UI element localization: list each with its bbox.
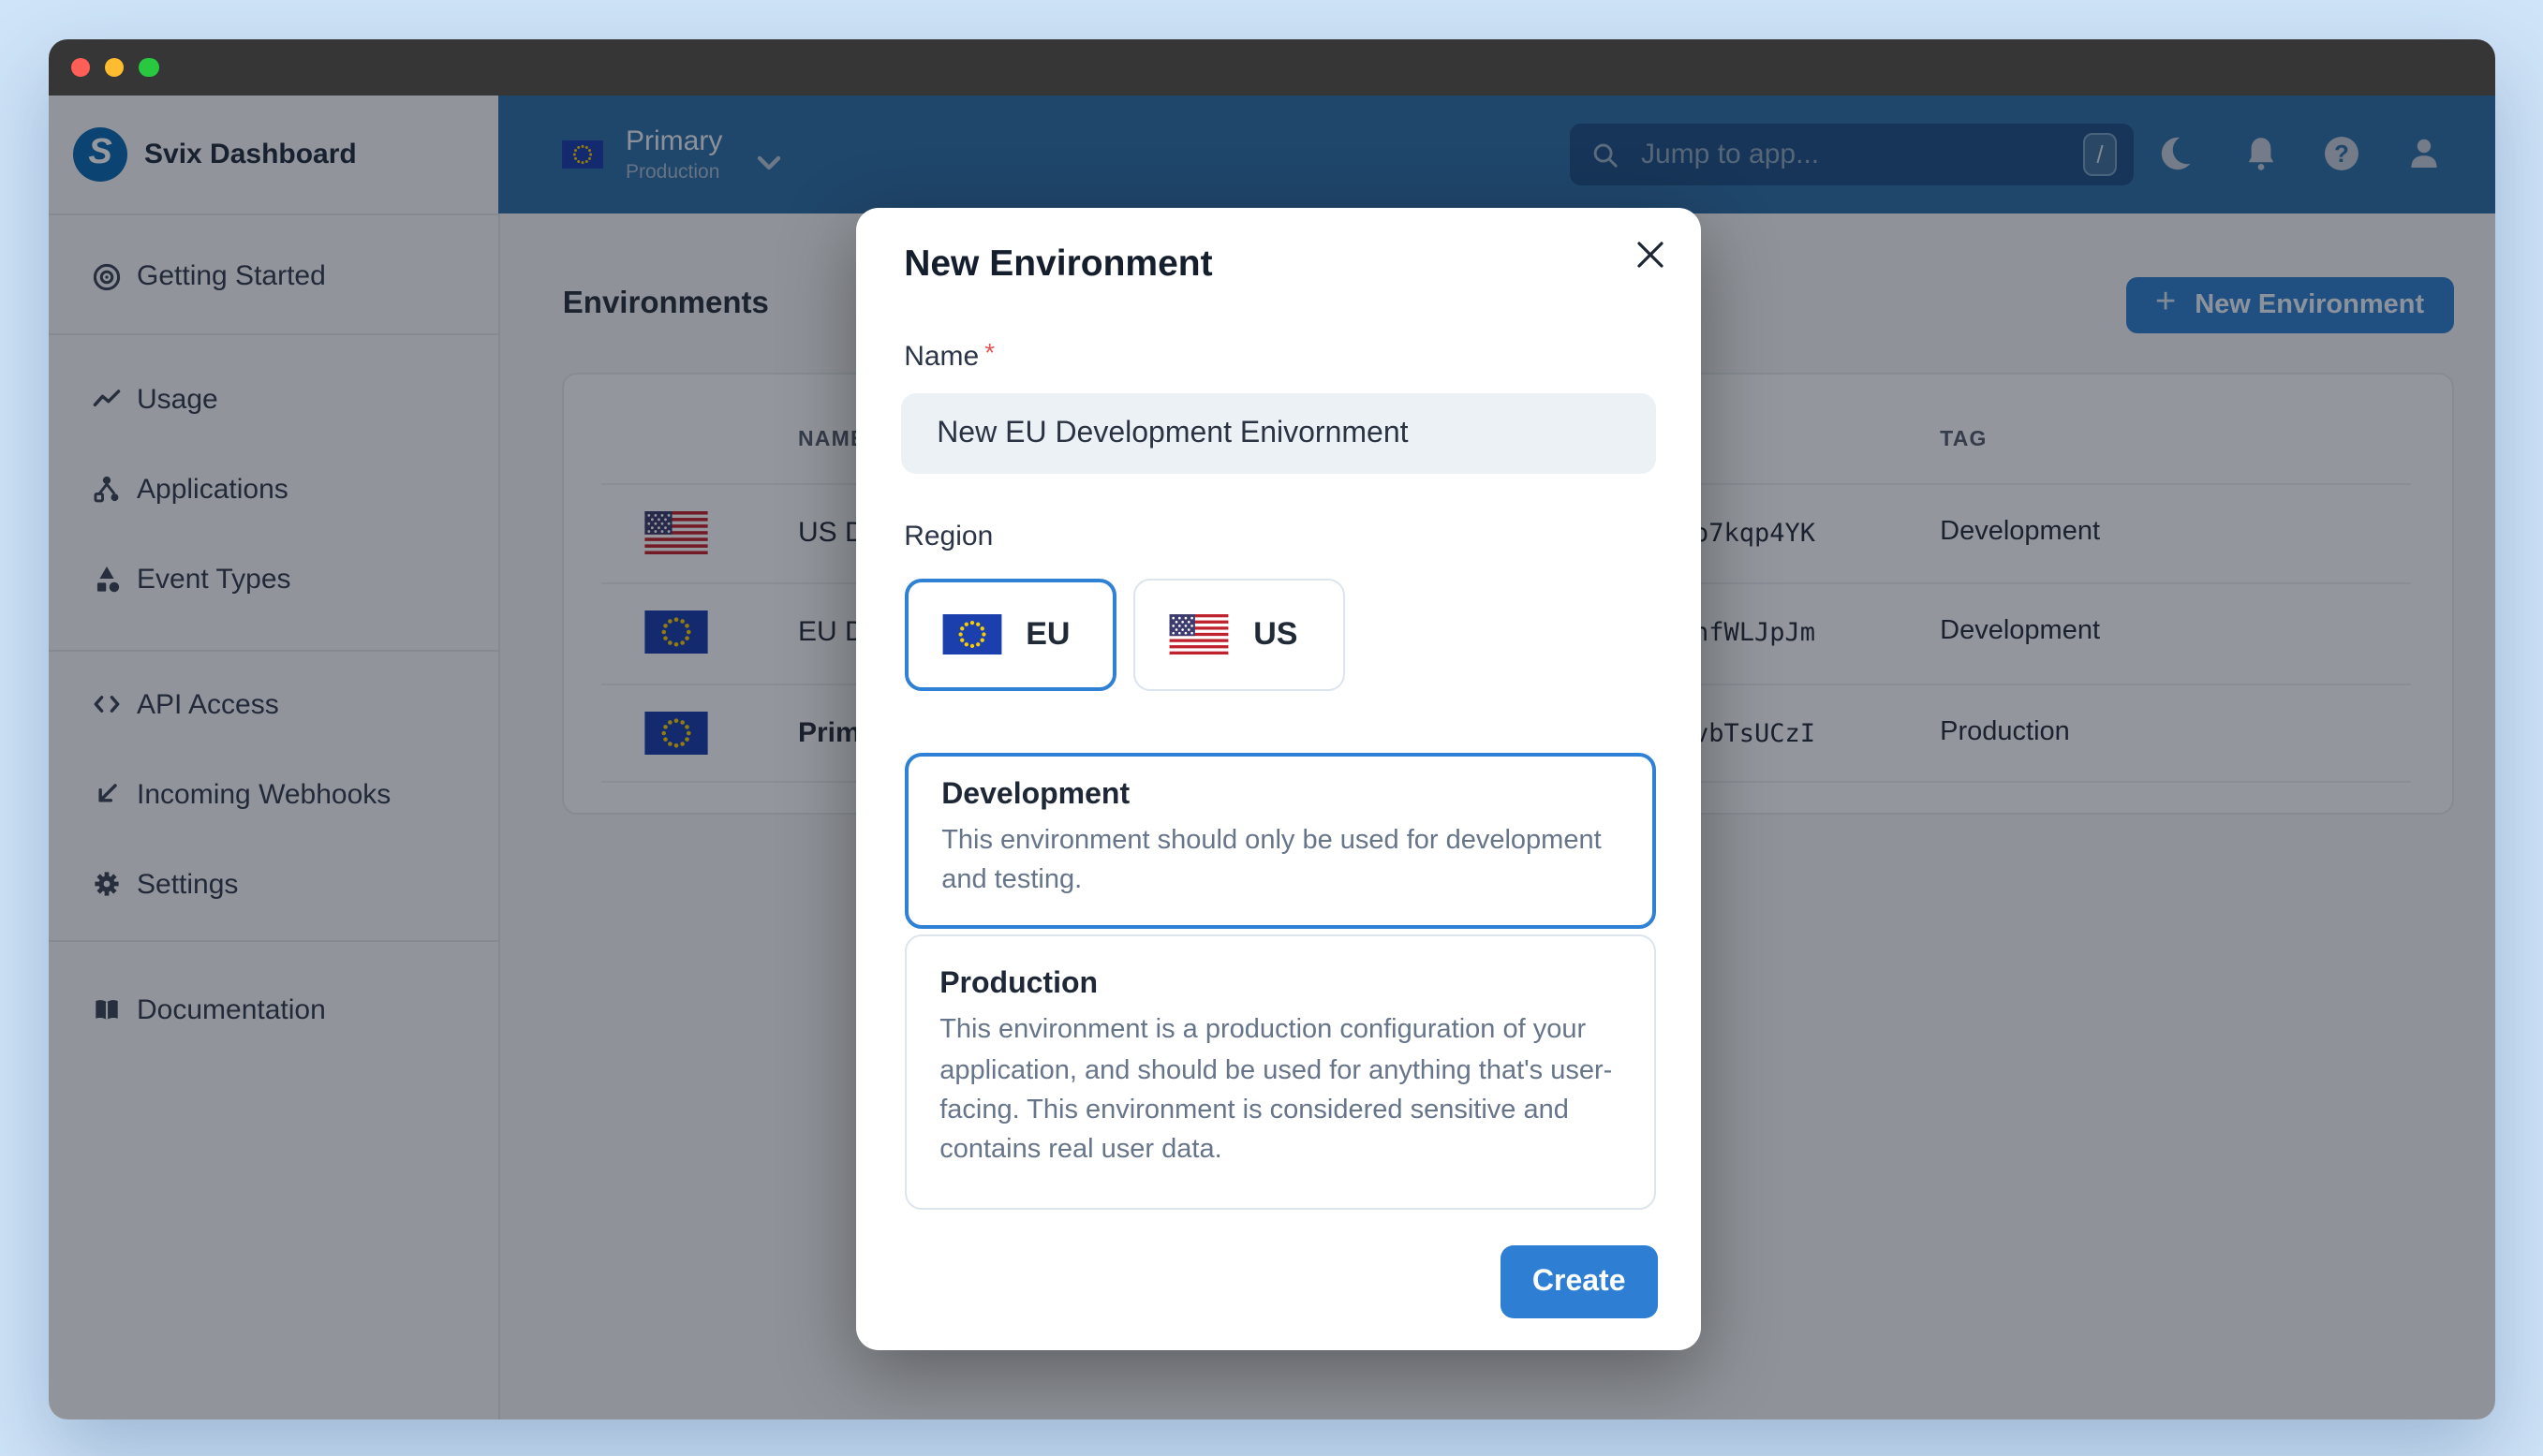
type-description: This environment should only be used for… <box>941 822 1619 902</box>
region-option-eu[interactable]: EU <box>904 578 1116 691</box>
eu-flag-icon <box>941 614 1001 654</box>
desc-line: This environment should only be used for… <box>941 825 1602 856</box>
desc-line: This environment is a production configu… <box>939 1015 1587 1046</box>
required-asterisk: * <box>984 337 996 368</box>
desc-line: application, and should be used for anyt… <box>939 1055 1613 1086</box>
modal-title: New Environment <box>904 243 1213 285</box>
zoom-window-button[interactable] <box>139 57 159 77</box>
new-environment-modal: New Environment Name* Region EU US Devel… <box>855 207 1701 1351</box>
create-button-label: Create <box>1531 1265 1626 1298</box>
desc-line: facing. This environment is considered s… <box>939 1095 1569 1125</box>
desktop: S Svix Dashboard Getting Started Usage A… <box>0 0 2543 1456</box>
environment-type-production[interactable]: Production This environment is a product… <box>904 934 1657 1211</box>
type-title: Production <box>939 968 1099 1001</box>
close-window-button[interactable] <box>70 57 90 77</box>
type-description: This environment is a production configu… <box>939 1012 1620 1171</box>
window-titlebar <box>49 38 2494 96</box>
us-flag-icon <box>1169 614 1229 654</box>
type-title: Development <box>941 778 1131 811</box>
environment-type-development[interactable]: Development This environment should only… <box>904 752 1657 929</box>
app-window: S Svix Dashboard Getting Started Usage A… <box>49 38 2494 1419</box>
desc-line: and testing. <box>941 865 1083 896</box>
create-button[interactable]: Create <box>1501 1244 1658 1319</box>
minimize-window-button[interactable] <box>104 57 125 77</box>
region-code: US <box>1253 615 1298 652</box>
region-label: Region <box>904 521 994 553</box>
close-icon[interactable] <box>1631 236 1668 273</box>
name-input[interactable] <box>901 393 1657 474</box>
region-option-us[interactable]: US <box>1133 578 1346 691</box>
desc-line: contains real user data. <box>939 1135 1222 1166</box>
name-field-label: Name * <box>904 338 995 374</box>
region-code: EU <box>1026 615 1071 652</box>
name-label-text: Name <box>904 341 980 374</box>
